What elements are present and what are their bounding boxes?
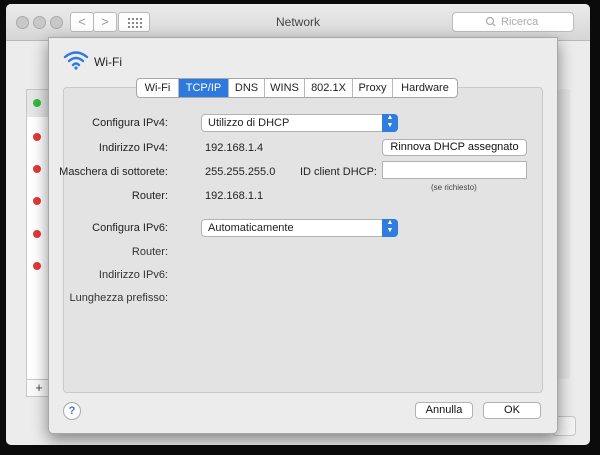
tab-tcpip[interactable]: TCP/IP — [179, 79, 229, 97]
ipv6-router-label: Router: — [131, 246, 168, 258]
renew-dhcp-button[interactable]: Rinnova DHCP assegnato — [382, 139, 527, 156]
configure-ipv6-popup[interactable]: Automaticamente ▲ ▼ — [201, 219, 398, 237]
advanced-settings-sheet: Wi-Fi Wi-Fi TCP/IP DNS WINS 802.1X Proxy… — [48, 37, 558, 434]
wifi-icon — [63, 51, 89, 70]
ipv6-address-label: Indirizzo IPv6: — [98, 269, 168, 281]
tcpip-pane: Configura IPv4: Utilizzo di DHCP ▲ ▼ Indi… — [59, 87, 543, 393]
search-field[interactable]: Ricerca — [452, 12, 574, 32]
configure-ipv4-popup[interactable]: Utilizzo di DHCP ▲ ▼ — [201, 114, 398, 132]
client-id-hint: (se richiesto) — [431, 183, 477, 192]
service-status-dot — [33, 165, 41, 173]
configure-ipv6-value: Automaticamente — [208, 222, 294, 234]
tab-wins[interactable]: WINS — [265, 79, 305, 97]
ok-button[interactable]: OK — [483, 402, 541, 419]
help-button[interactable]: ? — [63, 402, 81, 420]
tab-proxy[interactable]: Proxy — [353, 79, 393, 97]
configure-ipv6-label: Configura IPv6: — [92, 222, 168, 234]
updown-arrows-icon: ▲ ▼ — [382, 219, 398, 237]
tab-hardware[interactable]: Hardware — [393, 79, 457, 97]
tab-bar: Wi-Fi TCP/IP DNS WINS 802.1X Proxy Hardw… — [136, 78, 458, 98]
tab-dns[interactable]: DNS — [229, 79, 265, 97]
title-bar: < > Network Ricerca — [6, 4, 590, 41]
router-value: 192.168.1.1 — [205, 190, 264, 202]
search-placeholder: Ricerca — [501, 16, 539, 28]
subnet-mask-value: 255.255.255.0 — [205, 166, 276, 178]
subnet-mask-label: Maschera di sottorete: — [59, 166, 168, 178]
prefix-length-label: Lunghezza prefisso: — [69, 292, 168, 304]
ipv4-address-label: Indirizzo IPv4: — [98, 142, 168, 154]
tab-wifi[interactable]: Wi-Fi — [137, 79, 179, 97]
ipv4-address-value: 192.168.1.4 — [205, 142, 264, 154]
search-icon — [485, 13, 496, 37]
configure-ipv4-label: Configura IPv4: — [92, 117, 168, 129]
dhcp-client-id-field[interactable] — [382, 161, 527, 179]
tab-8021x[interactable]: 802.1X — [305, 79, 353, 97]
service-status-dot — [33, 133, 41, 141]
service-status-dot — [33, 230, 41, 238]
dhcp-client-id-label: ID client DHCP: — [299, 166, 377, 178]
updown-arrows-icon: ▲ ▼ — [382, 114, 398, 132]
plus-icon: + — [35, 380, 43, 395]
service-status-dot — [33, 262, 41, 270]
cancel-button[interactable]: Annulla — [415, 402, 473, 419]
interface-name: Wi-Fi — [94, 55, 122, 69]
service-status-dot — [33, 99, 41, 107]
service-status-dot — [33, 197, 41, 205]
router-label: Router: — [131, 190, 168, 202]
configure-ipv4-value: Utilizzo di DHCP — [208, 117, 290, 129]
